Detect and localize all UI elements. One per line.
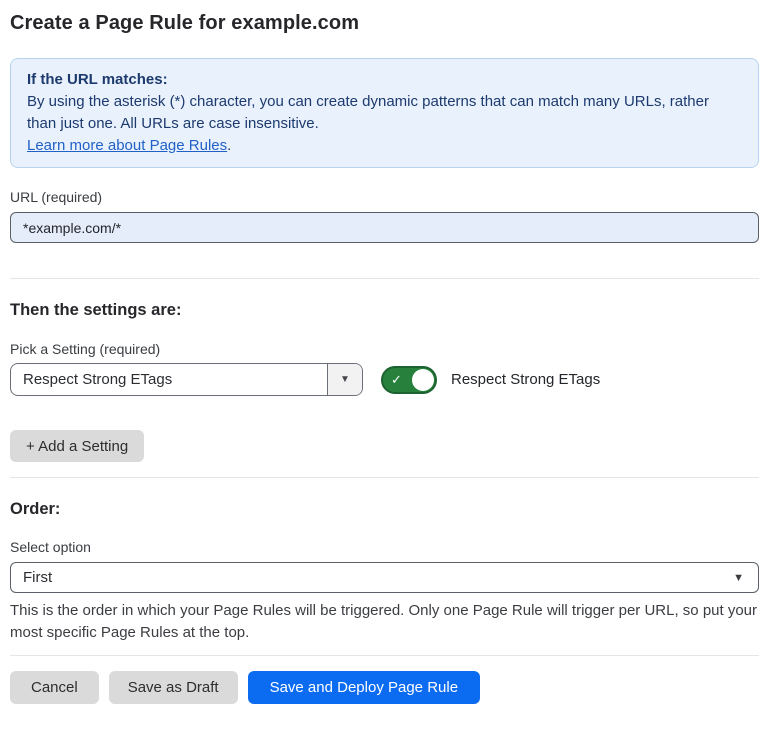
cancel-button[interactable]: Cancel — [10, 671, 99, 704]
info-box-heading: If the URL matches: — [27, 69, 742, 91]
link-suffix: . — [227, 137, 231, 154]
setting-select-value: Respect Strong ETags — [11, 364, 327, 395]
chevron-down-icon: ▼ — [340, 374, 350, 385]
url-field-label: URL (required) — [10, 189, 759, 206]
footer-divider — [10, 655, 759, 656]
setting-toggle-label: Respect Strong ETags — [451, 371, 600, 388]
order-select[interactable]: First ▼ — [10, 562, 759, 593]
order-section-heading: Order: — [10, 499, 759, 519]
section-divider — [10, 477, 759, 478]
setting-select-arrow-button[interactable]: ▼ — [327, 364, 362, 395]
order-select-value: First — [23, 569, 52, 586]
info-box-link-line: Learn more about Page Rules. — [27, 135, 742, 157]
order-help-text: This is the order in which your Page Rul… — [10, 600, 759, 644]
page-rule-form: Create a Page Rule for example.com If th… — [0, 11, 769, 704]
setting-picker-label: Pick a Setting (required) — [10, 341, 759, 358]
order-select-label: Select option — [10, 539, 759, 556]
add-setting-button[interactable]: + Add a Setting — [10, 430, 144, 462]
chevron-down-icon: ▼ — [733, 572, 744, 584]
check-icon: ✓ — [391, 373, 402, 386]
save-as-draft-button[interactable]: Save as Draft — [109, 671, 238, 704]
learn-more-link[interactable]: Learn more about Page Rules — [27, 137, 227, 154]
section-divider — [10, 278, 759, 279]
setting-row: Respect Strong ETags ▼ ✓ Respect Strong … — [10, 363, 759, 396]
info-box-body: By using the asterisk (*) character, you… — [27, 91, 742, 135]
url-input[interactable] — [10, 212, 759, 243]
save-and-deploy-button[interactable]: Save and Deploy Page Rule — [248, 671, 480, 704]
setting-toggle[interactable]: ✓ — [381, 366, 437, 394]
settings-section-heading: Then the settings are: — [10, 300, 759, 320]
page-title: Create a Page Rule for example.com — [10, 11, 759, 35]
footer-actions: Cancel Save as Draft Save and Deploy Pag… — [10, 671, 759, 704]
url-match-info-box: If the URL matches: By using the asteris… — [10, 58, 759, 168]
toggle-knob — [412, 369, 434, 391]
setting-select[interactable]: Respect Strong ETags ▼ — [10, 363, 363, 396]
